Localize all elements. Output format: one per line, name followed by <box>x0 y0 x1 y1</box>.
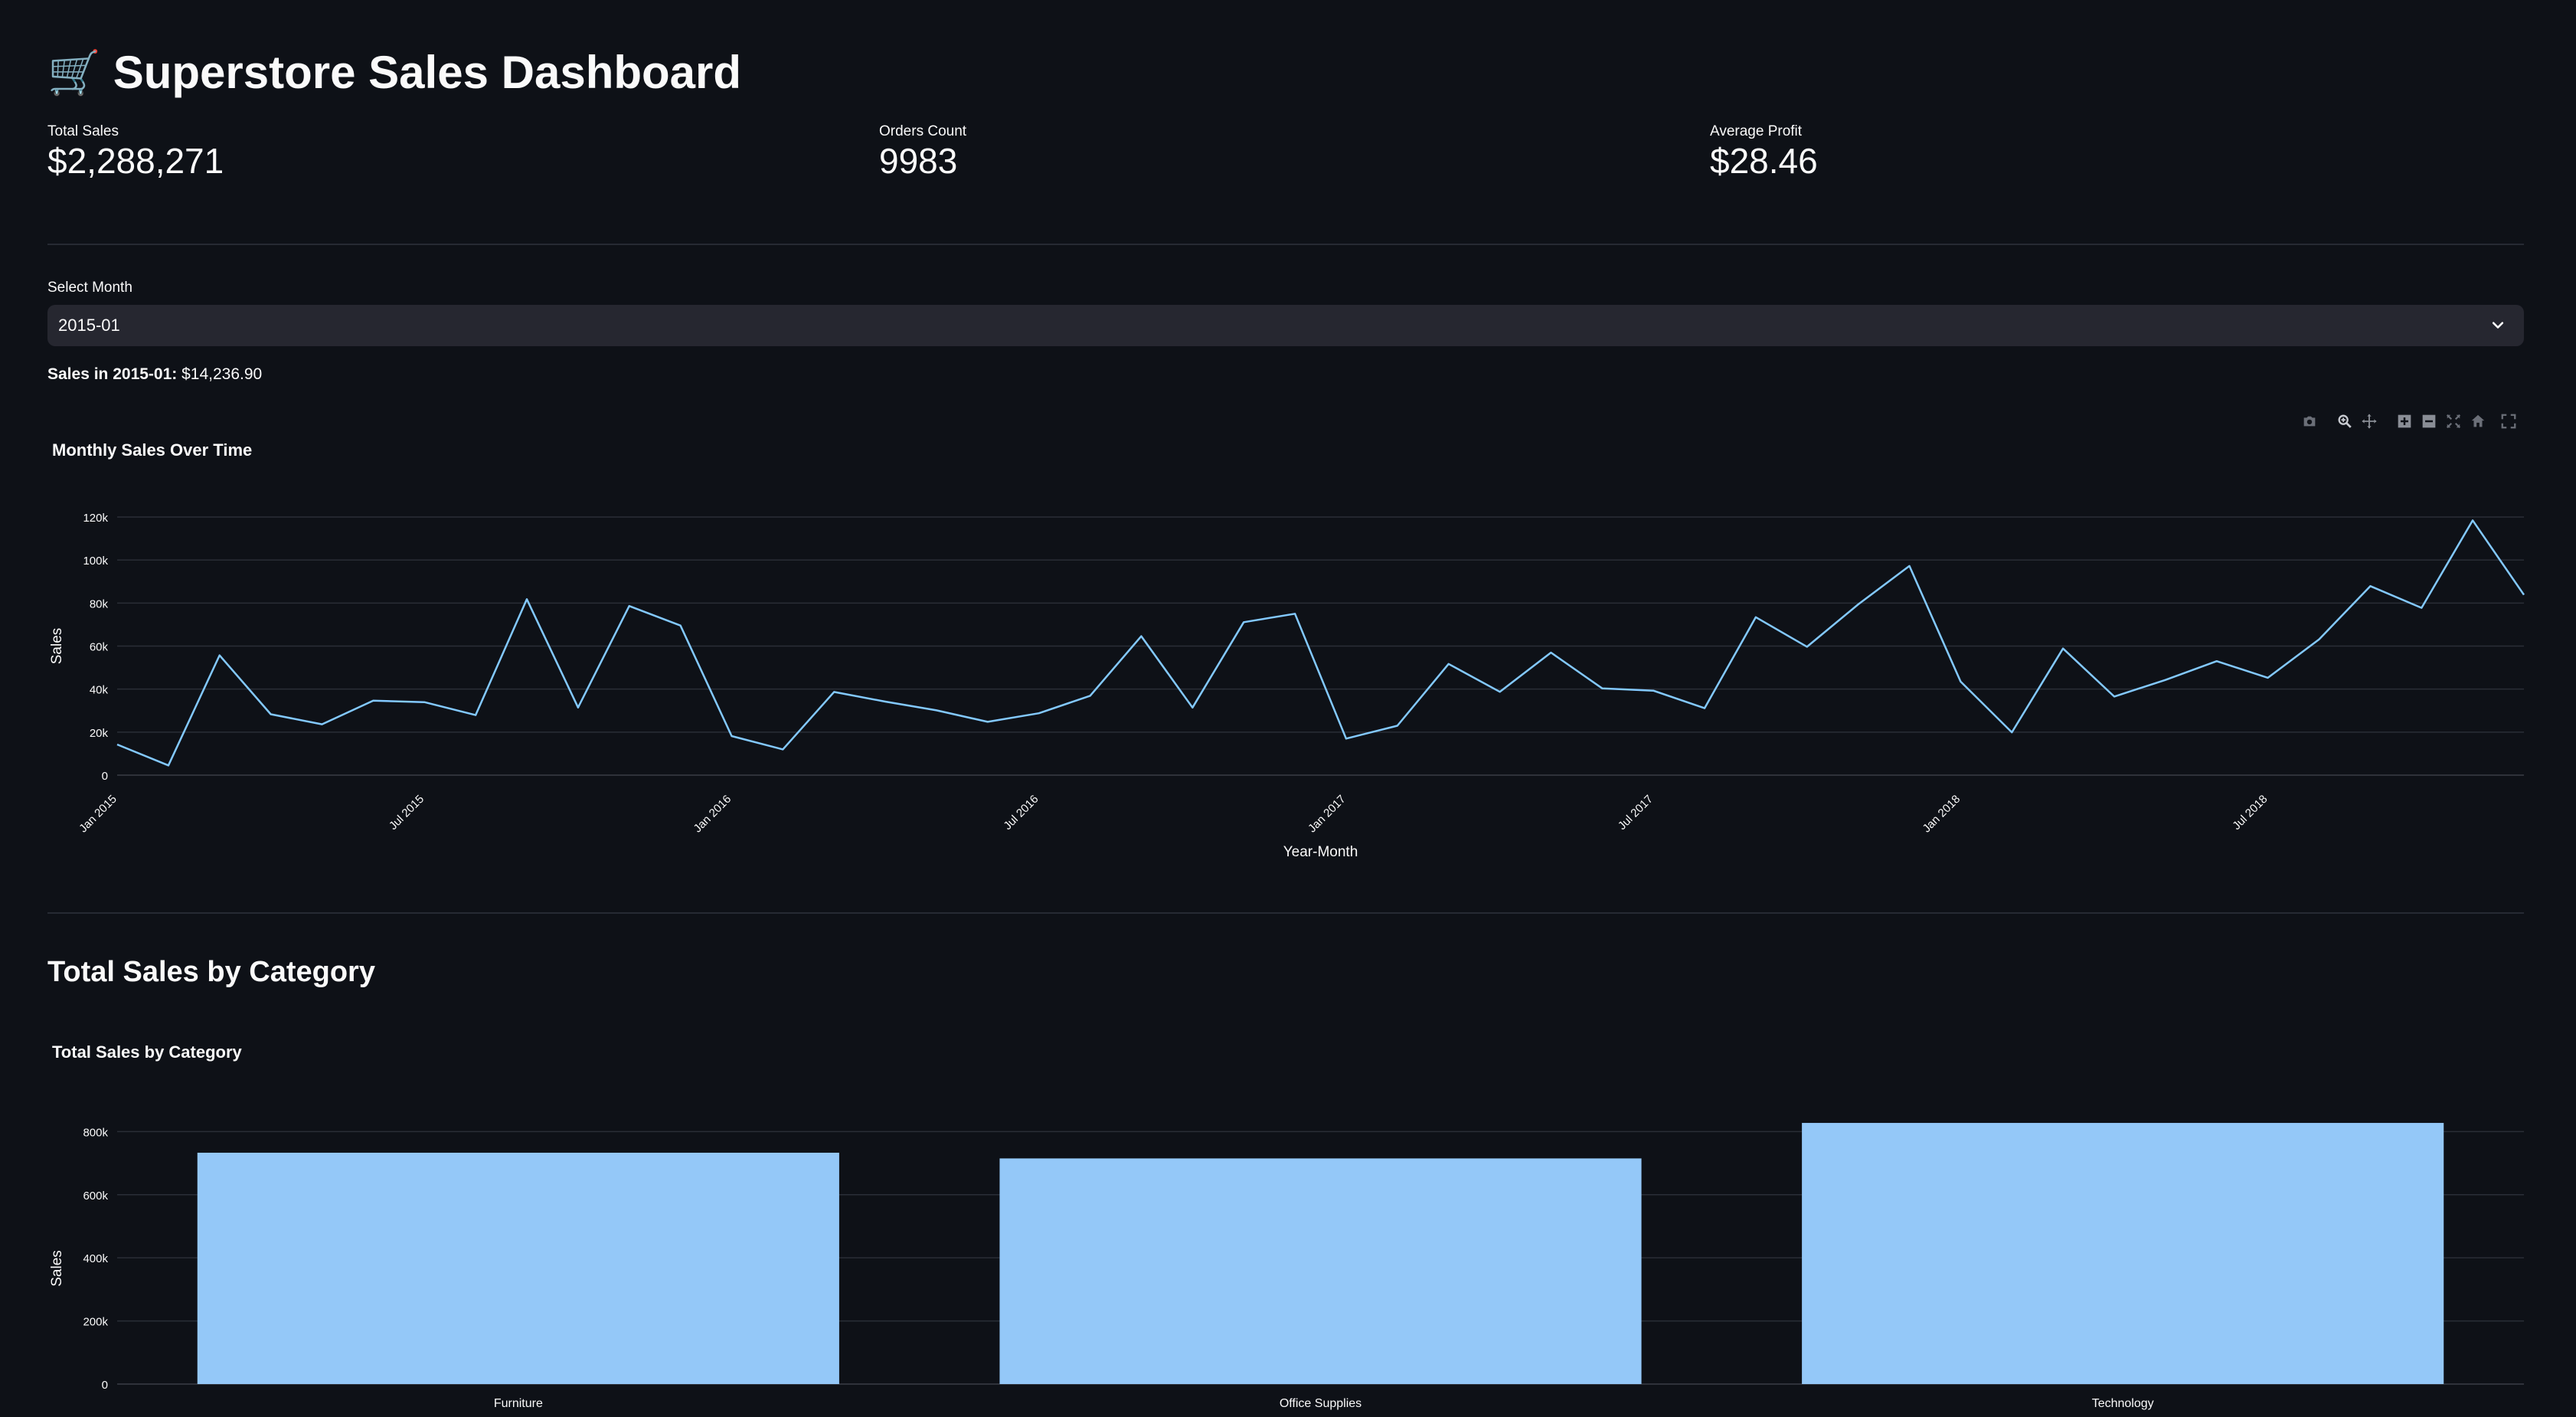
y-tick-label: 800k <box>83 1126 108 1139</box>
fullscreen-icon[interactable] <box>2499 412 2518 430</box>
x-tick-label: Jan 2017 <box>1306 793 1348 836</box>
selected-month-sales-label: Sales in 2015-01: <box>47 365 178 383</box>
y-tick-label: 0 <box>102 770 108 783</box>
y-tick-label: 0 <box>102 1379 108 1392</box>
autoscale-icon[interactable] <box>2444 412 2463 430</box>
selected-month-sales: Sales in 2015-01: $14,236.90 <box>47 365 262 384</box>
y-axis-label: Sales <box>49 1250 65 1287</box>
x-tick-label: Jul 2018 <box>2230 793 2270 833</box>
page-title: 🛒 Superstore Sales Dashboard <box>47 46 741 99</box>
y-tick-label: 80k <box>90 597 109 610</box>
y-tick-label: 60k <box>90 641 109 654</box>
y-tick-label: 400k <box>83 1252 108 1265</box>
metric-total-sales: Total Sales $2,288,271 <box>47 123 224 182</box>
metric-value: $2,288,271 <box>47 141 224 181</box>
monthly-sales-line-chart: 0 20k 40k 60k 80k 100k 120k Jan 2015 Jul 2015 Jan… <box>49 512 2525 860</box>
x-tick-label: Technology <box>2092 1397 2154 1410</box>
category-sales-bar-chart: 0 200k 400k 600k 800k Furniture Office Supplie… <box>49 1123 2524 1410</box>
x-tick-label: Jan 2015 <box>77 793 119 836</box>
metric-label: Orders Count <box>879 123 967 139</box>
metric-label: Total Sales <box>47 123 119 139</box>
zoom-out-icon[interactable] <box>2420 412 2438 430</box>
bar-technology <box>1802 1123 2444 1384</box>
x-tick-label: Jul 2015 <box>387 793 427 833</box>
x-tick-label: Jul 2016 <box>1001 793 1041 833</box>
divider <box>47 244 2524 245</box>
metric-average-profit: Average Profit $28.46 <box>1710 123 1818 182</box>
metric-value: 9983 <box>879 141 958 181</box>
metric-value: $28.46 <box>1710 141 1818 181</box>
camera-icon[interactable] <box>2300 412 2319 430</box>
bar-office-supplies <box>999 1158 1642 1384</box>
x-tick-label: Jul 2017 <box>1616 793 1656 833</box>
line-chart-title: Monthly Sales Over Time <box>52 440 253 460</box>
x-axis-label: Year-Month <box>1283 844 1358 860</box>
zoom-icon[interactable] <box>2336 412 2354 430</box>
zoom-in-icon[interactable] <box>2395 412 2414 430</box>
y-tick-label: 100k <box>83 555 108 568</box>
section-title: Total Sales by Category <box>47 956 375 988</box>
y-axis-label: Sales <box>49 628 65 665</box>
metric-orders-count: Orders Count 9983 <box>879 123 966 182</box>
y-tick-label: 600k <box>83 1190 108 1203</box>
month-select[interactable]: 2015-01 <box>47 305 2524 346</box>
chevron-down-icon <box>2492 322 2504 329</box>
y-tick-label: 120k <box>83 512 108 525</box>
y-tick-label: 200k <box>83 1316 108 1329</box>
x-tick-label: Jan 2016 <box>691 793 734 836</box>
y-tick-label: 20k <box>90 727 109 740</box>
pan-icon[interactable] <box>2360 412 2378 430</box>
x-tick-label: Jan 2018 <box>1921 793 1963 836</box>
bar-chart-title: Total Sales by Category <box>52 1042 242 1062</box>
chart-modebar <box>2300 412 2518 430</box>
home-icon[interactable] <box>2469 412 2487 430</box>
metric-label: Average Profit <box>1710 123 1803 139</box>
y-tick-label: 40k <box>90 684 109 697</box>
divider <box>47 912 2524 914</box>
selected-month-sales-value: $14,236.90 <box>181 365 263 383</box>
x-tick-label: Furniture <box>494 1397 543 1410</box>
sales-series-line <box>116 519 2525 767</box>
month-select-value: 2015-01 <box>58 316 120 335</box>
month-select-label: Select Month <box>47 280 132 296</box>
shopping-cart-icon: 🛒 <box>47 47 101 97</box>
page-title-text: Superstore Sales Dashboard <box>113 47 742 98</box>
bar-furniture <box>197 1152 839 1384</box>
x-tick-label: Office Supplies <box>1280 1397 1362 1410</box>
